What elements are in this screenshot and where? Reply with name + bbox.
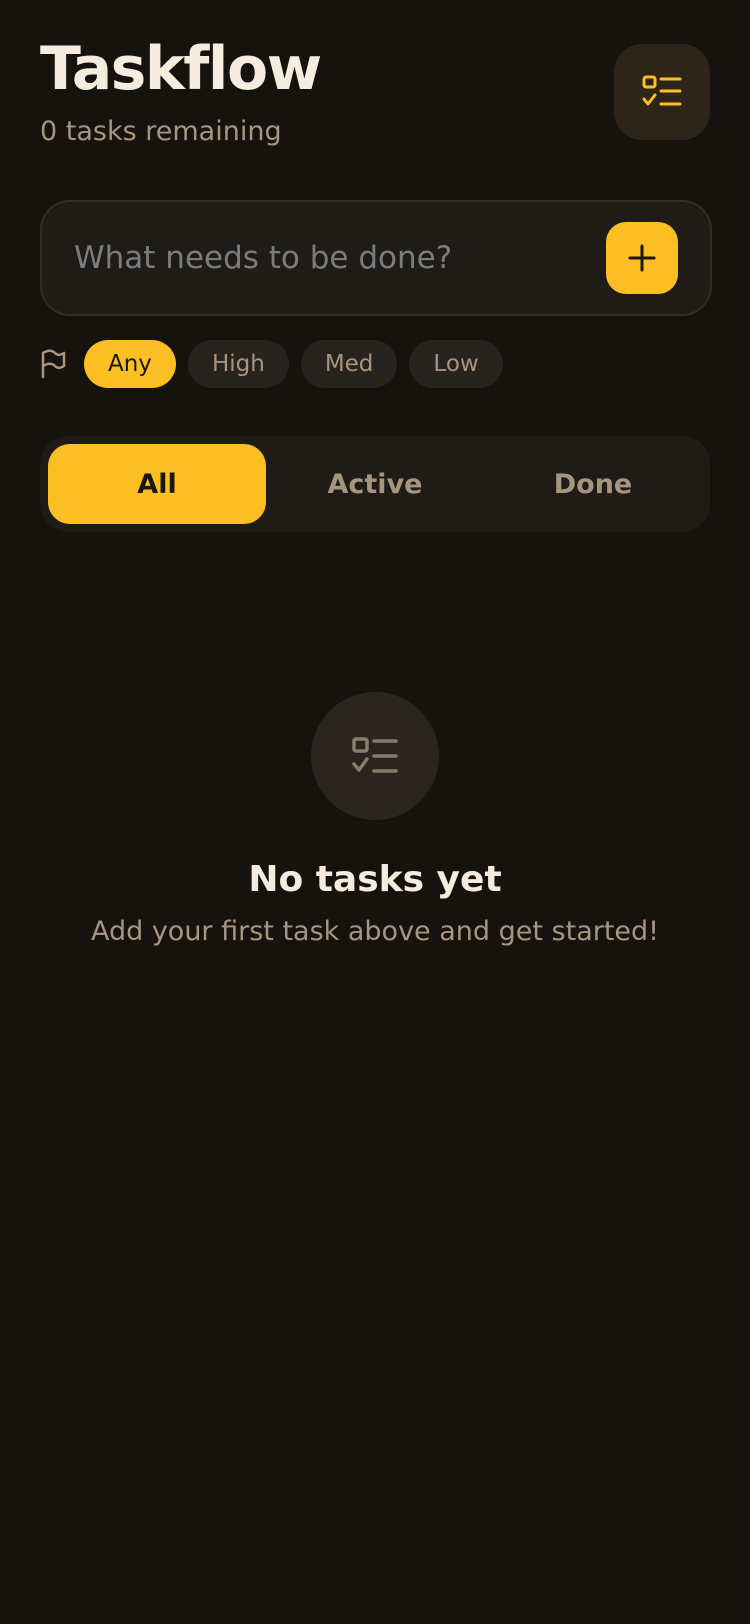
empty-state-title: No tasks yet bbox=[248, 859, 502, 900]
add-task-button[interactable] bbox=[606, 222, 678, 294]
task-list-button[interactable] bbox=[614, 44, 710, 140]
priority-chip-med[interactable]: Med bbox=[300, 340, 398, 388]
new-task-form bbox=[40, 200, 712, 316]
app-header: Taskflow 0 tasks remaining bbox=[40, 32, 710, 152]
tab-done[interactable]: Done bbox=[484, 444, 702, 524]
tab-all[interactable]: All bbox=[48, 444, 266, 524]
priority-chip-high[interactable]: High bbox=[187, 340, 289, 388]
checklist-icon bbox=[352, 737, 398, 773]
checklist-icon bbox=[642, 75, 682, 106]
status-tabs: All Active Done bbox=[40, 436, 710, 532]
tab-active[interactable]: Active bbox=[266, 444, 484, 524]
flag-icon bbox=[40, 349, 68, 379]
priority-filter: Any High Med Low bbox=[40, 340, 515, 388]
empty-state-icon-wrap bbox=[311, 692, 439, 820]
priority-chip-any[interactable]: Any bbox=[84, 340, 176, 388]
tasks-remaining-text: 0 tasks remaining bbox=[40, 116, 282, 147]
plus-icon bbox=[628, 244, 656, 272]
new-task-input[interactable] bbox=[74, 224, 594, 292]
app-title: Taskflow bbox=[40, 34, 322, 104]
empty-state-message: Add your first task above and get starte… bbox=[90, 916, 660, 947]
priority-chip-low[interactable]: Low bbox=[409, 340, 503, 388]
